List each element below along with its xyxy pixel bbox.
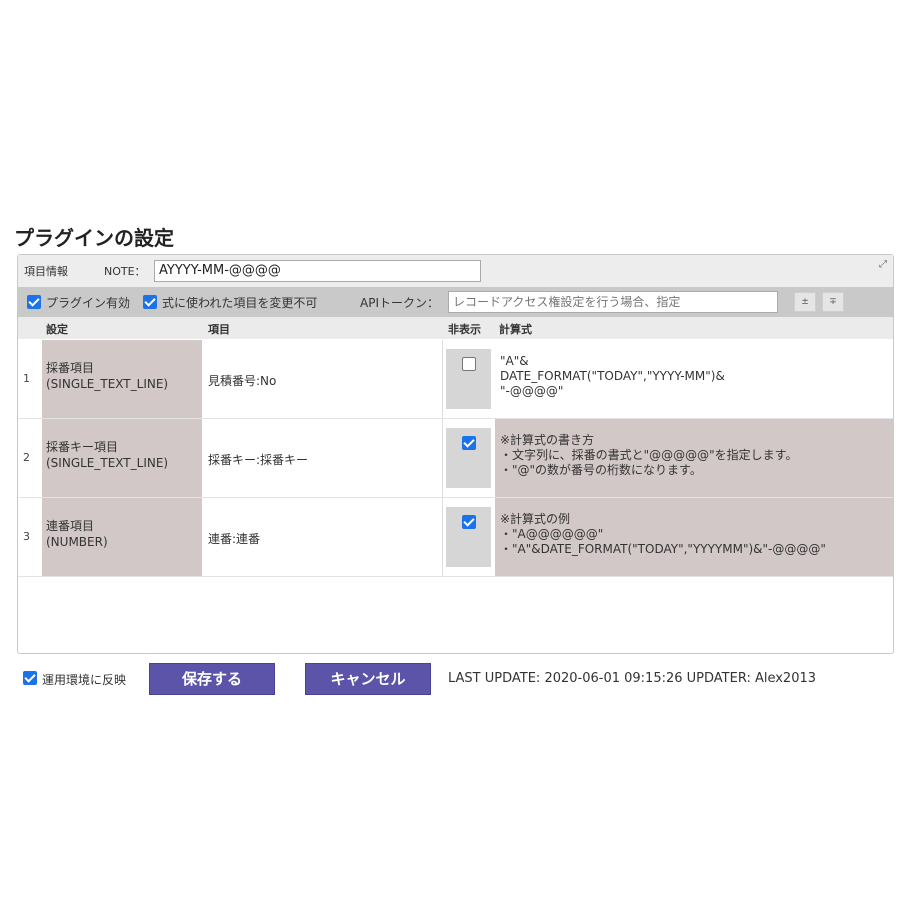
item-cell[interactable]: 連番:連番 [206, 498, 442, 576]
settings-field-name: 採番キー項目 [46, 440, 119, 454]
hidden-cell [446, 349, 491, 409]
note-label: NOTE： [104, 265, 146, 278]
lock-items-label: 式に使われた項目を変更不可 [162, 296, 318, 310]
table-row: 1 採番項目 (SINGLE_TEXT_LINE) 見積番号:No "A"& D… [18, 340, 893, 419]
hidden-checkbox[interactable] [462, 357, 476, 371]
note-input[interactable]: AYYYY-MM-@@@@ [154, 260, 481, 282]
row-number: 3 [23, 530, 30, 543]
table-row: 2 採番キー項目 (SINGLE_TEXT_LINE) 採番キー:採番キー ※計… [18, 419, 893, 498]
formula-line: "A"& [500, 354, 529, 368]
move-up-button[interactable]: ± [794, 292, 816, 312]
item-value: 採番キー:採番キー [208, 453, 309, 467]
last-update-text: LAST UPDATE: 2020-06-01 09:15:26 UPDATER… [448, 671, 817, 686]
lock-items-checkbox[interactable] [143, 295, 157, 309]
item-info-label: 項目情報 [24, 265, 68, 278]
settings-cell: 連番項目 (NUMBER) [42, 498, 202, 576]
apply-production-label: 運用環境に反映 [42, 673, 127, 687]
settings-field-name: 連番項目 [46, 519, 95, 533]
row-number: 2 [23, 451, 30, 464]
formula-line: DATE_FORMAT("TODAY","YYYY-MM")& [500, 369, 725, 383]
table-header: 設定 項目 非表示 計算式 [18, 317, 893, 339]
expand-icon[interactable]: ⤢ [879, 259, 887, 270]
settings-field-type: (SINGLE_TEXT_LINE) [46, 456, 169, 470]
cancel-button[interactable]: キャンセル [305, 663, 431, 695]
hint-line: ・文字列に、採番の書式と"@@@@@"を指定します。 [500, 448, 798, 462]
apply-production-checkbox[interactable] [23, 671, 37, 685]
header-settings: 設定 [46, 323, 68, 336]
settings-cell: 採番キー項目 (SINGLE_TEXT_LINE) [42, 419, 202, 497]
plugin-enabled-label: プラグイン有効 [46, 296, 131, 310]
item-info-bar: 項目情報 NOTE： AYYYY-MM-@@@@ ⤢ [18, 255, 893, 288]
api-token-input[interactable] [448, 291, 778, 313]
hint-line: ※計算式の例 [500, 512, 571, 526]
settings-cell: 採番項目 (SINGLE_TEXT_LINE) [42, 340, 202, 418]
formula-hint-cell: ※計算式の例 ・"A@@@@@@" ・"A"&DATE_FORMAT("TODA… [495, 498, 893, 576]
row-number: 1 [23, 372, 30, 385]
column-divider [442, 498, 443, 576]
header-formula: 計算式 [499, 323, 532, 336]
formula-hint-cell: ※計算式の書き方 ・文字列に、採番の書式と"@@@@@"を指定します。 ・"@"… [495, 419, 893, 497]
header-item: 項目 [208, 323, 230, 336]
hidden-checkbox[interactable] [462, 515, 476, 529]
hint-line: ※計算式の書き方 [500, 433, 595, 447]
options-bar: プラグイン有効 式に使われた項目を変更不可 APIトークン： ± ∓ [18, 287, 893, 317]
plugin-settings-panel: 項目情報 NOTE： AYYYY-MM-@@@@ ⤢ プラグイン有効 式に使われ… [17, 254, 894, 654]
item-cell[interactable]: 採番キー:採番キー [206, 419, 442, 497]
move-down-button[interactable]: ∓ [822, 292, 844, 312]
column-divider [442, 340, 443, 418]
formula-line: "-@@@@" [500, 384, 564, 398]
hint-line: ・"A@@@@@@" [500, 527, 604, 541]
hidden-cell [446, 507, 491, 567]
header-hidden: 非表示 [448, 323, 481, 336]
settings-field-type: (NUMBER) [46, 535, 108, 549]
hint-line: ・"A"&DATE_FORMAT("TODAY","YYYYMM")&"-@@@… [500, 542, 826, 556]
settings-field-name: 採番項目 [46, 361, 95, 375]
item-cell[interactable]: 見積番号:No [206, 340, 442, 418]
item-value: 連番:連番 [208, 532, 261, 546]
hidden-checkbox[interactable] [462, 436, 476, 450]
table-row: 3 連番項目 (NUMBER) 連番:連番 ※計算式の例 ・"A@@@@@@" … [18, 498, 893, 577]
hint-line: ・"@"の数が番号の桁数になります。 [500, 463, 702, 477]
api-token-label: APIトークン： [360, 296, 439, 310]
column-divider [442, 419, 443, 497]
save-button[interactable]: 保存する [149, 663, 275, 695]
settings-field-type: (SINGLE_TEXT_LINE) [46, 377, 169, 391]
plugin-enabled-checkbox[interactable] [27, 295, 41, 309]
page-title: プラグインの設定 [14, 226, 174, 250]
item-value: 見積番号:No [208, 374, 277, 388]
formula-cell[interactable]: "A"& DATE_FORMAT("TODAY","YYYY-MM")& "-@… [495, 340, 893, 418]
hidden-cell [446, 428, 491, 488]
